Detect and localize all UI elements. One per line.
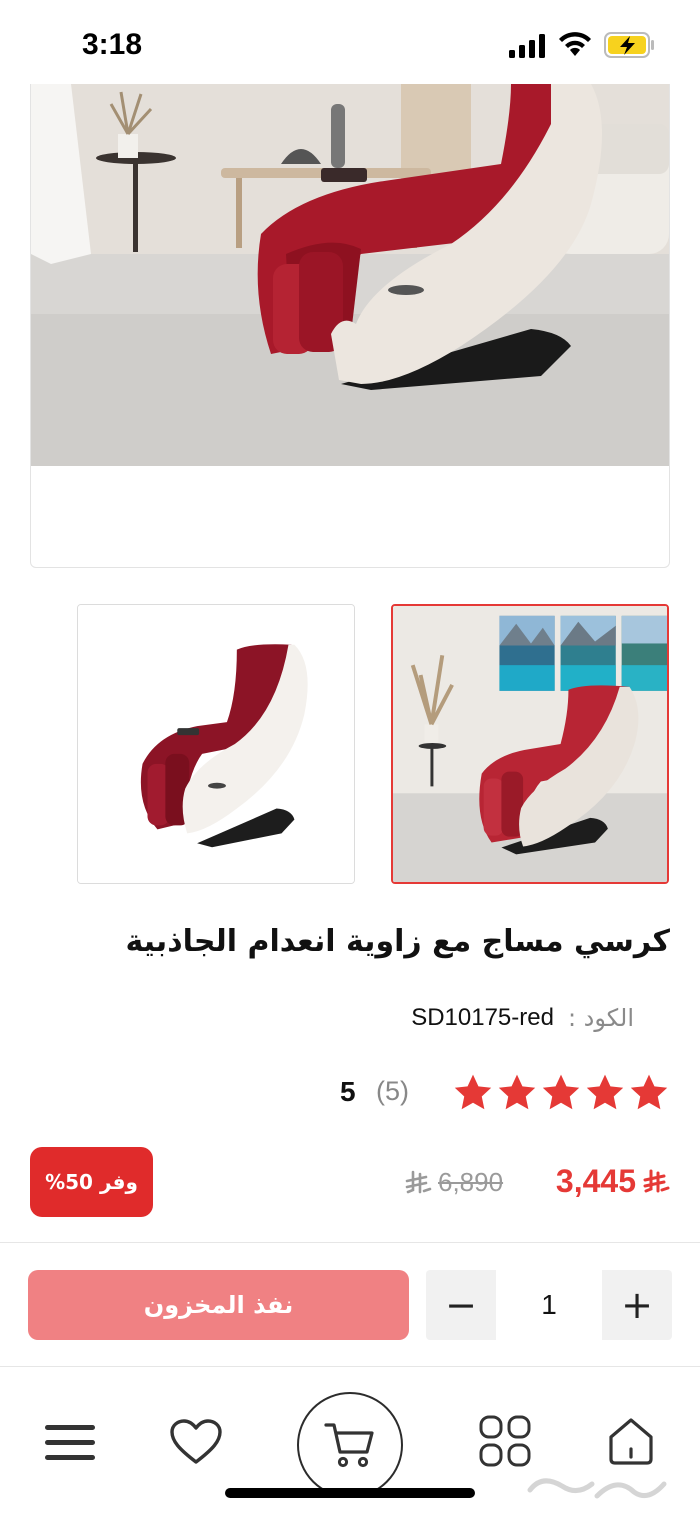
product-code-label: الكود : (567, 1004, 634, 1032)
wifi-icon (559, 32, 591, 56)
home-icon (609, 1418, 653, 1465)
nav-categories-button[interactable] (476, 1412, 534, 1470)
purchase-action-bar: نفذ المخزون − 1 + (0, 1242, 700, 1367)
home-indicator (225, 1488, 475, 1498)
discount-label: وفر 50% (45, 1170, 138, 1194)
massage-chair-photo (31, 84, 669, 466)
thumbnail-room-scene[interactable] (391, 604, 669, 884)
cart-icon (324, 1423, 374, 1468)
thumbnail-white-background[interactable] (77, 604, 355, 884)
quantity-increase-button[interactable]: + (602, 1270, 672, 1340)
product-title: كرسي مساج مع زاوية انعدام الجاذبية (125, 924, 670, 959)
massage-chair-thumbnail (78, 605, 354, 883)
massage-chair-room-thumbnail (393, 606, 667, 882)
riyal-currency-icon (405, 1170, 432, 1193)
price-row: وفر 50% 6,890 3,445 (0, 1145, 700, 1225)
rating-stars (452, 1072, 670, 1114)
old-price-value: 6,890 (438, 1167, 504, 1197)
current-price: 3,445 (556, 1163, 670, 1200)
star-icon (630, 1074, 668, 1110)
star-icon (498, 1074, 536, 1110)
star-icon (542, 1074, 580, 1110)
nav-home-button[interactable] (602, 1412, 660, 1470)
discount-badge: وفر 50% (30, 1147, 153, 1217)
haraj-watermark-logo (527, 1478, 667, 1499)
nav-menu-button[interactable] (40, 1418, 100, 1468)
product-code-row: الكود : SD10175-red (411, 1004, 634, 1032)
old-price: 6,890 (404, 1167, 503, 1198)
out-of-stock-button[interactable]: نفذ المخزون (28, 1270, 409, 1340)
heart-icon (170, 1419, 222, 1464)
categories-icon (479, 1415, 531, 1467)
menu-icon (45, 1425, 95, 1460)
star-icon (454, 1074, 492, 1110)
nav-wishlist-button[interactable] (166, 1414, 226, 1470)
quantity-value[interactable]: 1 (496, 1270, 602, 1340)
rating-value: 5 (340, 1076, 356, 1107)
current-price-value: 3,445 (555, 1163, 636, 1199)
product-code-value: SD10175-red (411, 1004, 554, 1031)
nav-cart-button[interactable] (297, 1392, 403, 1498)
quantity-stepper: − 1 + (426, 1270, 672, 1340)
rating-row: 5 (5) (0, 1070, 700, 1120)
riyal-currency-icon (643, 1169, 670, 1192)
quantity-decrease-button[interactable]: − (426, 1270, 496, 1340)
cellular-signal-icon (509, 34, 545, 58)
main-product-image[interactable] (30, 84, 670, 568)
review-count[interactable]: (5) (376, 1076, 409, 1107)
status-bar: 3:18 (0, 0, 700, 90)
star-icon (586, 1074, 624, 1110)
status-time: 3:18 (82, 28, 143, 61)
battery-charging-icon (604, 32, 654, 58)
